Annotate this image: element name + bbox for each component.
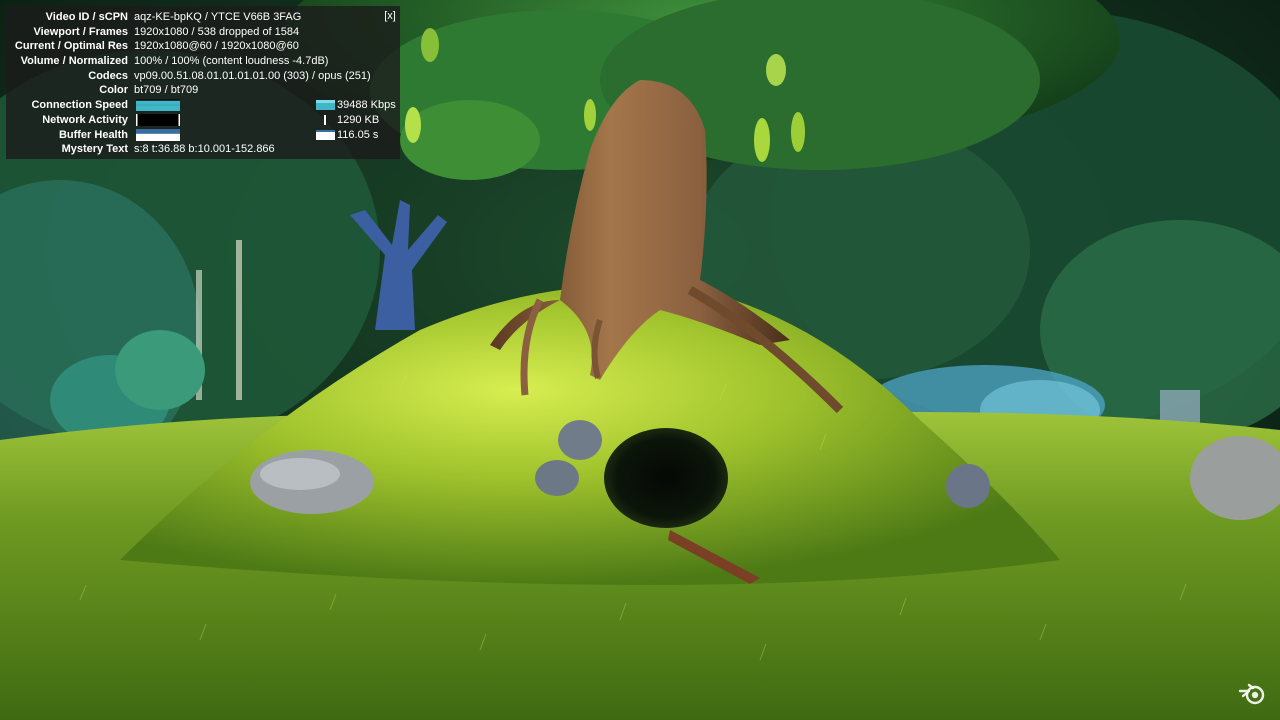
stats-value: bt709 / bt709 — [134, 84, 199, 97]
stats-value: 1920x1080@60 / 1920x1080@60 — [134, 40, 299, 53]
stats-for-nerds-panel: [x] Video ID / sCPN aqz-KE-bpKQ / YTCE V… — [6, 6, 400, 159]
stats-row-network-activity: Network Activity 1290 KB — [6, 113, 400, 128]
stats-value: aqz-KE-bpKQ / YTCE V66B 3FAG — [134, 11, 302, 23]
stats-label: Mystery Text — [61, 143, 128, 156]
stats-row-mystery-text: Mystery Text s:8 t:36.88 b:10.001-152.86… — [6, 142, 400, 157]
connection-speed-swatch — [316, 100, 335, 111]
network-activity-swatch — [324, 114, 326, 125]
stats-row-codecs: Codecs vp09.00.51.08.01.01.01.01.00 (303… — [6, 69, 400, 84]
stats-label: Codecs — [88, 69, 128, 82]
video-player[interactable]: [x] Video ID / sCPN aqz-KE-bpKQ / YTCE V… — [0, 0, 1280, 720]
stats-label: Video ID / sCPN — [45, 11, 128, 23]
stats-row-viewport: Viewport / Frames 1920x1080 / 538 droppe… — [6, 25, 400, 40]
stats-label: Volume / Normalized — [20, 55, 128, 68]
stats-row-connection-speed: Connection Speed 39488 Kbps — [6, 98, 400, 113]
buffer-health-value: 116.05 s — [337, 128, 379, 141]
network-activity-graph — [136, 113, 180, 126]
stats-row-video-id: Video ID / sCPN aqz-KE-bpKQ / YTCE V66B … — [6, 10, 400, 25]
buffer-health-swatch — [316, 129, 335, 140]
stats-label: Connection Speed — [31, 99, 128, 112]
stats-row-color: Color bt709 / bt709 — [6, 83, 400, 98]
stats-label: Color — [99, 84, 128, 97]
stats-row-buffer-health: Buffer Health 116.05 s — [6, 128, 400, 143]
stats-value: 1920x1080 / 538 dropped of 1584 — [134, 25, 300, 38]
stats-row-volume: Volume / Normalized 100% / 100% (content… — [6, 54, 400, 69]
stats-label: Network Activity — [42, 113, 128, 126]
stats-row-resolution: Current / Optimal Res 1920x1080@60 / 192… — [6, 39, 400, 54]
stats-label: Buffer Health — [58, 128, 128, 141]
stats-value: vp09.00.51.08.01.01.01.01.00 (303) / opu… — [134, 69, 371, 82]
stats-label: Viewport / Frames — [33, 25, 128, 38]
connection-speed-value: 39488 Kbps — [337, 99, 396, 112]
buffer-health-graph — [136, 128, 180, 141]
stats-label: Current / Optimal Res — [14, 40, 128, 53]
connection-speed-graph — [136, 99, 180, 112]
stats-value: 100% / 100% (content loudness -4.7dB) — [134, 55, 329, 68]
network-activity-value: 1290 KB — [337, 113, 380, 126]
blender-logo-icon — [1238, 683, 1265, 705]
stats-rows: Video ID / sCPN aqz-KE-bpKQ / YTCE V66B … — [6, 10, 400, 157]
stats-value: s:8 t:36.88 b:10.001-152.866 — [134, 143, 275, 156]
